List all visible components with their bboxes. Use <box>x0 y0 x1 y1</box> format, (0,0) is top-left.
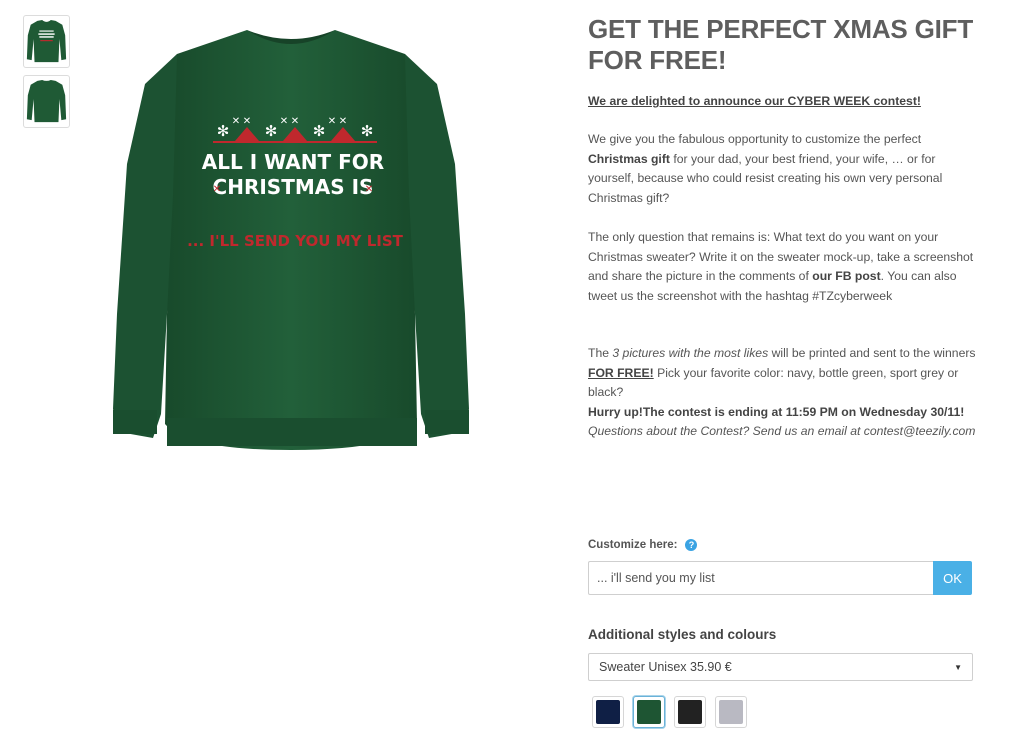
svg-text:✕: ✕ <box>328 116 336 127</box>
svg-text:✕: ✕ <box>280 116 288 127</box>
help-icon[interactable]: ? <box>685 539 698 551</box>
svg-text:✕: ✕ <box>339 116 347 127</box>
color-swatches <box>592 696 747 728</box>
style-select[interactable]: Sweater Unisex 35.90 € ▼ <box>588 653 973 681</box>
christmas-gift-emphasis: Christmas gift <box>588 151 670 166</box>
most-likes-emphasis: 3 pictures with the most likes <box>612 346 769 360</box>
paragraph-instructions: The only question that remains is: What … <box>588 230 974 303</box>
fb-post-link[interactable]: our FB post <box>812 269 880 283</box>
svg-text:✻: ✻ <box>361 122 374 140</box>
sweater-front-thumb-image <box>26 19 67 63</box>
sweater-back-thumb-image <box>26 79 67 123</box>
svg-text:✕: ✕ <box>291 116 299 127</box>
deadline-text: Hurry up!The contest is ending at 11:59 … <box>588 404 965 419</box>
swatch-fill <box>678 700 702 724</box>
svg-text:✕: ✕ <box>243 116 251 127</box>
product-page: ✻ ✻ ✻ ✻ ✕ ✕ ✕ ✕ ✕ ✕ ALL I WANT FOR CHRISTMA… <box>0 0 1024 741</box>
customize-form: OK <box>588 561 972 595</box>
product-image: ✻ ✻ ✻ ✻ ✕ ✕ ✕ ✕ ✕ ✕ ALL I WANT FOR CHRISTMA… <box>105 14 477 464</box>
color-swatch-black[interactable] <box>674 696 706 728</box>
svg-text:✻: ✻ <box>265 122 278 140</box>
svg-text:✻: ✻ <box>217 122 230 140</box>
color-swatch-bottle-green[interactable] <box>633 696 665 728</box>
paragraph-intro: We give you the fabulous opportunity to … <box>588 132 943 205</box>
print-line-1: ALL I WANT FOR <box>202 150 384 174</box>
announcement: We are delighted to announce our CYBER W… <box>588 94 921 108</box>
page-title: GET THE PERFECT XMAS GIFT FOR FREE! <box>588 14 974 75</box>
thumbnail-back[interactable] <box>23 75 70 128</box>
print-line-2: CHRISTMAS IS <box>213 175 374 199</box>
swatch-fill <box>596 700 620 724</box>
svg-text:✕: ✕ <box>213 184 221 195</box>
swatch-fill <box>719 700 743 724</box>
svg-text:✕: ✕ <box>365 184 373 195</box>
color-swatch-navy[interactable] <box>592 696 624 728</box>
styles-heading: Additional styles and colours <box>588 627 777 642</box>
ok-button[interactable]: OK <box>933 561 972 595</box>
product-details: GET THE PERFECT XMAS GIFT FOR FREE! We a… <box>588 14 978 728</box>
customize-input[interactable] <box>588 561 933 595</box>
svg-text:✕: ✕ <box>232 116 240 127</box>
for-free-emphasis: FOR FREE! <box>588 365 654 380</box>
thumbnail-front[interactable] <box>23 15 70 68</box>
color-swatch-sport-grey[interactable] <box>715 696 747 728</box>
style-select-value: Sweater Unisex 35.90 € <box>599 660 732 674</box>
svg-text:✻: ✻ <box>313 122 326 140</box>
paragraph-prize: The 3 pictures with the most likes will … <box>588 346 976 438</box>
contact-text: Questions about the Contest? Send us an … <box>588 424 976 438</box>
customize-label: Customize here: ? <box>588 539 698 551</box>
chevron-down-icon: ▼ <box>954 662 962 672</box>
swatch-fill <box>637 700 661 724</box>
print-line-3: ... I'LL SEND YOU MY LIST <box>187 232 404 250</box>
